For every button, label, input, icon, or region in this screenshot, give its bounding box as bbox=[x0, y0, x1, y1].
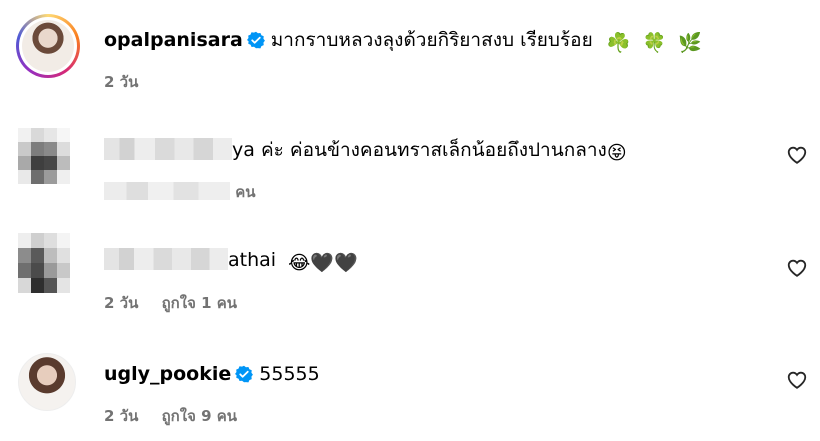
comment-opalpanisara: opalpanisara มากราบหลวงลุงด้วยกิริยาสงบ เ… bbox=[0, 0, 820, 110]
four-leaf-clover-emoji-icon: 🍀 bbox=[642, 32, 667, 54]
pixelated-meta bbox=[104, 182, 230, 200]
pixelated-username bbox=[104, 138, 232, 160]
comment-time[interactable]: 2 วัน bbox=[104, 294, 138, 312]
verified-badge-icon bbox=[235, 365, 254, 383]
comment-likes[interactable]: คน bbox=[235, 183, 255, 201]
heart-outline-icon[interactable] bbox=[786, 144, 808, 166]
verified-badge-icon bbox=[246, 31, 265, 49]
shamrock-emoji-icon: ☘️ bbox=[606, 32, 631, 54]
comment-athai: athai 😂🖤🖤 2 วัน ถูกใจ 1 คน bbox=[0, 215, 820, 325]
comment-meta: 2 วัน ถูกใจ 9 คน bbox=[104, 404, 237, 428]
avatar[interactable] bbox=[16, 14, 80, 78]
pixelated-username bbox=[104, 248, 228, 270]
comment-meta: 2 วัน bbox=[104, 70, 138, 94]
comment-line: ugly_pookie 55555 bbox=[104, 362, 320, 386]
comment-ugly-pookie: ugly_pookie 55555 2 วัน ถูกใจ 9 คน bbox=[0, 325, 820, 441]
heart-outline-icon[interactable] bbox=[786, 257, 808, 279]
comment-line: ya ค่ะ ค่อนข้างคอนทราสเล็กน้อยถึงปานกลาง… bbox=[104, 138, 627, 165]
avatar[interactable] bbox=[18, 233, 70, 293]
comment-username[interactable]: opalpanisara bbox=[104, 29, 243, 51]
heart-outline-icon[interactable] bbox=[786, 369, 808, 391]
avatar[interactable] bbox=[18, 128, 70, 184]
tears-of-joy-emoji-icon: 😂 bbox=[288, 252, 311, 274]
squinting-tongue-emoji-icon: 😝 bbox=[606, 142, 627, 164]
comment-text: ค่ะ ค่อนข้างคอนทราสเล็กน้อยถึงปานกลาง bbox=[260, 139, 607, 161]
comment-line: opalpanisara มากราบหลวงลุงด้วยกิริยาสงบ เ… bbox=[104, 28, 702, 55]
comment-likes[interactable]: ถูกใจ 1 คน bbox=[162, 294, 237, 312]
black-heart-emoji-icon: 🖤 bbox=[310, 252, 334, 274]
comment-username[interactable]: ugly_pookie bbox=[104, 363, 231, 385]
comment-meta: คน bbox=[104, 180, 256, 204]
comment-line: athai 😂🖤🖤 bbox=[104, 248, 358, 275]
comment-time[interactable]: 2 วัน bbox=[104, 73, 138, 91]
comment-text: 55555 bbox=[259, 363, 320, 385]
comment-text: มากราบหลวงลุงด้วยกิริยาสงบ เรียบร้อย bbox=[270, 29, 593, 51]
comment-ya: ya ค่ะ ค่อนข้างคอนทราสเล็กน้อยถึงปานกลาง… bbox=[0, 110, 820, 215]
comment-meta: 2 วัน ถูกใจ 1 คน bbox=[104, 291, 237, 315]
comment-username[interactable]: athai bbox=[228, 249, 276, 271]
comment-time[interactable]: 2 วัน bbox=[104, 407, 138, 425]
avatar[interactable] bbox=[18, 353, 76, 411]
leaf-emoji-icon: 🌿 bbox=[678, 32, 702, 54]
black-heart-emoji-icon: 🖤 bbox=[333, 252, 358, 274]
comment-username[interactable]: ya bbox=[232, 139, 255, 161]
comment-likes[interactable]: ถูกใจ 9 คน bbox=[162, 407, 237, 425]
